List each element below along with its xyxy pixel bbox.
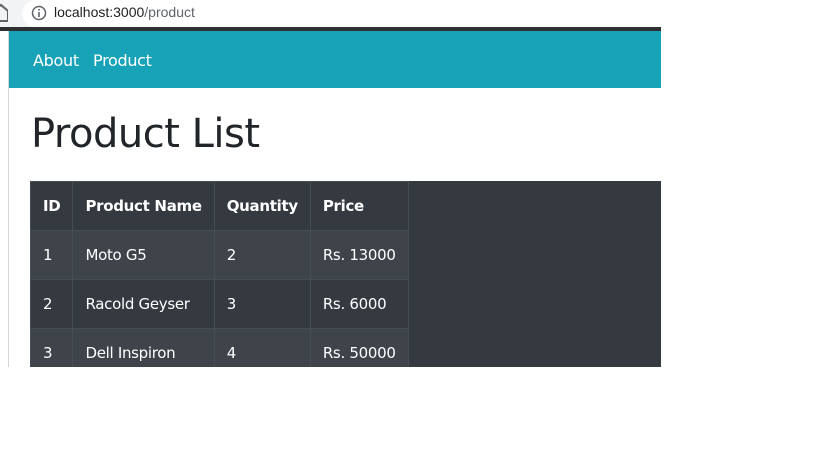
cell-quantity: 2 xyxy=(213,230,311,280)
cell-price: Rs. 6000 xyxy=(309,279,409,329)
header-price: Price xyxy=(309,181,409,231)
cell-price: Rs. 13000 xyxy=(309,230,409,280)
home-icon[interactable] xyxy=(0,3,9,23)
cell-quantity: 3 xyxy=(213,279,311,329)
cell-quantity: 4 xyxy=(213,328,311,367)
page-title: Product List xyxy=(31,111,260,157)
header-quantity: Quantity xyxy=(213,181,311,231)
cell-product-name: Dell Inspiron xyxy=(72,328,215,367)
info-icon[interactable] xyxy=(31,5,47,21)
table-row: 1 Moto G5 2 Rs. 13000 xyxy=(29,230,409,280)
nav-link-about[interactable]: About xyxy=(33,51,79,70)
table-row: 2 Racold Geyser 3 Rs. 6000 xyxy=(29,279,409,329)
nav-link-product[interactable]: Product xyxy=(93,51,152,70)
cell-id: 3 xyxy=(29,328,74,367)
browser-toolbar: localhost:3000/product xyxy=(0,0,682,27)
product-table: ID Product Name Quantity Price 1 Moto G5… xyxy=(29,181,409,367)
cell-price: Rs. 50000 xyxy=(309,328,409,367)
header-product-name: Product Name xyxy=(72,181,215,231)
cell-product-name: Moto G5 xyxy=(72,230,215,280)
page-viewport: About Product Product List ID Product Na… xyxy=(0,31,661,367)
cell-product-name: Racold Geyser xyxy=(72,279,215,329)
table-header-row: ID Product Name Quantity Price xyxy=(29,181,409,231)
url-path: /product xyxy=(144,4,195,20)
top-navbar: About Product xyxy=(9,31,661,88)
address-bar[interactable]: localhost:3000/product xyxy=(22,0,682,27)
table-row: 3 Dell Inspiron 4 Rs. 50000 xyxy=(29,328,409,367)
header-id: ID xyxy=(29,181,74,231)
cell-id: 2 xyxy=(29,279,74,329)
cell-id: 1 xyxy=(29,230,74,280)
url-host: localhost:3000 xyxy=(54,4,145,20)
url-text[interactable]: localhost:3000/product xyxy=(54,4,195,20)
